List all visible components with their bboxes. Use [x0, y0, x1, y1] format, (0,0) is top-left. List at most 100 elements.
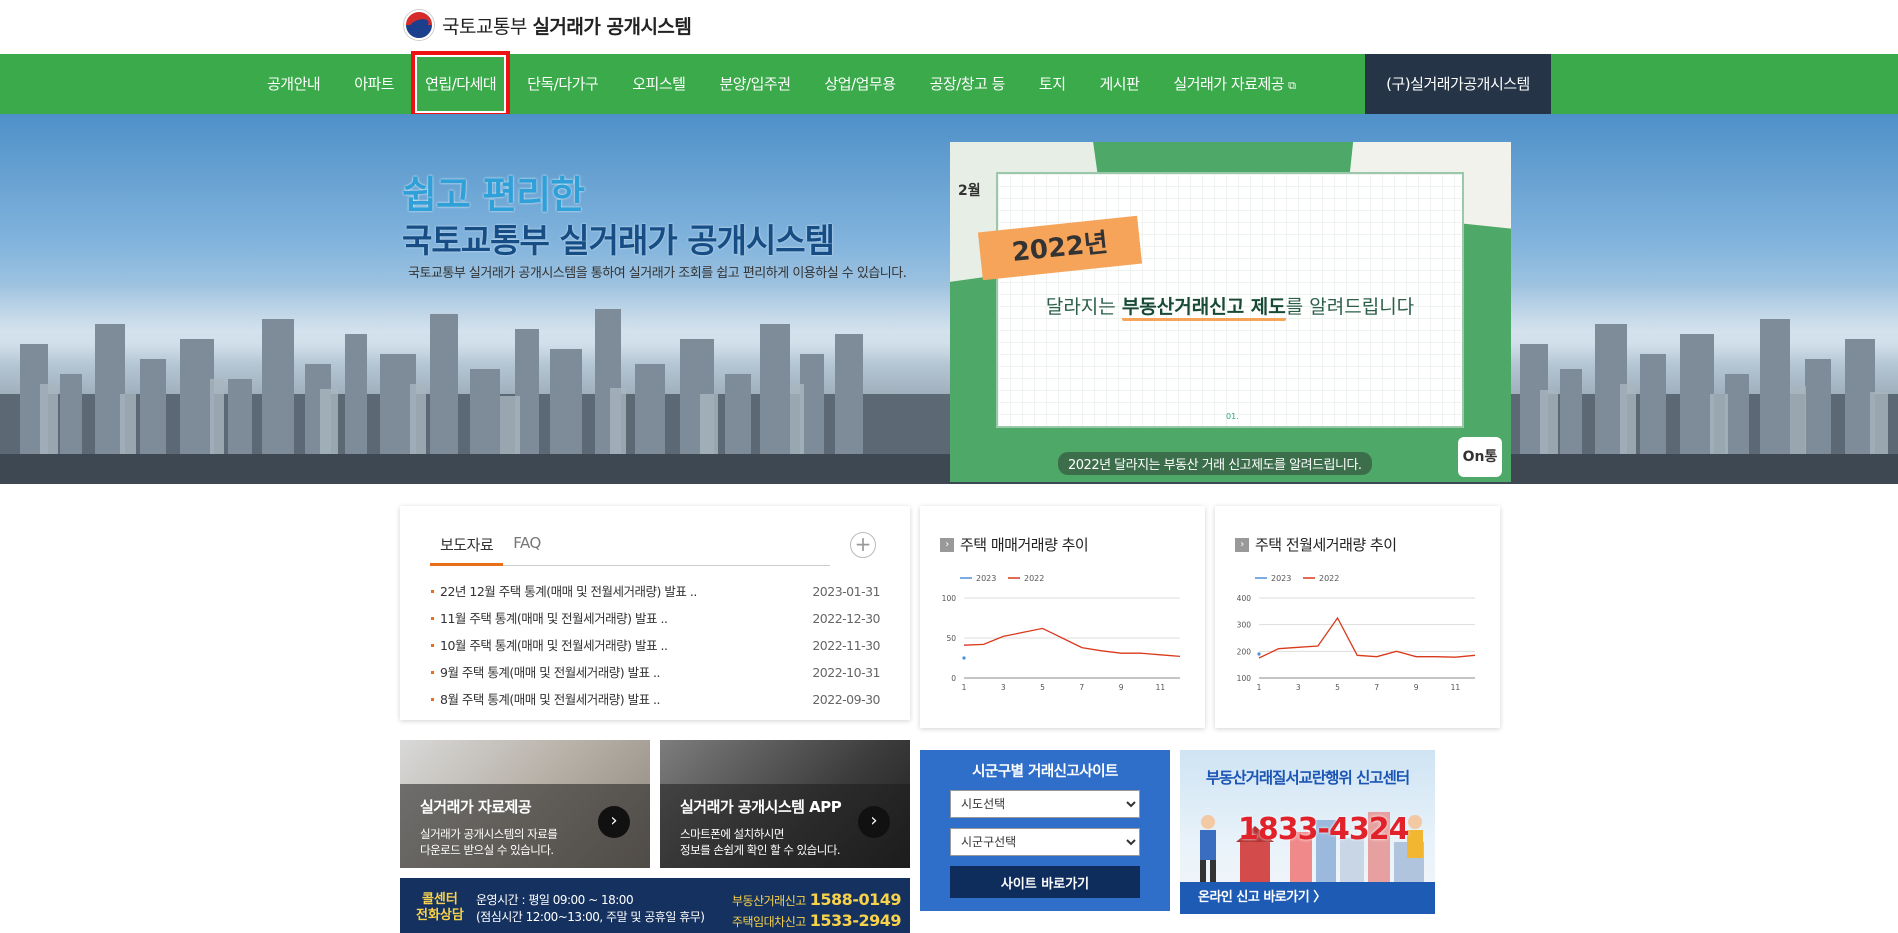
banner-month: 2월 [958, 183, 981, 199]
taegeuk-emblem-icon [404, 10, 434, 40]
legend-label: 2023 [976, 574, 996, 583]
series-line-2022 [1258, 616, 1476, 659]
sigungu-select[interactable]: 시군구선택 [950, 828, 1140, 856]
report-phone-number: 1833-4324 [1238, 812, 1409, 847]
news-panel: 보도자료 FAQ + 22년 12월 주택 통계(매매 및 전월세거래량) 발표… [400, 506, 910, 720]
local-report-site-box: 시군구별 거래신고사이트 시도선택 시군구선택 사이트 바로가기 [920, 750, 1170, 911]
nav-menu: 공개안내 아파트 연립/다세대 단독/다가구 오피스텔 분양/입주권 상업/업무… [250, 51, 1312, 117]
nav-item-land[interactable]: 토지 [1022, 54, 1083, 114]
list-item: 10월 주택 통계(매매 및 전월세거래량) 발표 .. 2022-11-30 [430, 632, 880, 659]
nav-item-disclosure-guide[interactable]: 공개안내 [250, 54, 337, 114]
rent-volume-chart: 2023 2022 100 200 300 400 1 3 5 7 9 11 [1237, 574, 1476, 692]
nav-item-factory[interactable]: 공장/창고 등 [913, 54, 1022, 114]
nav-item-commercial[interactable]: 상업/업무용 [808, 54, 913, 114]
online-report-link[interactable]: 온라인 신고 바로가기 〉 [1180, 882, 1435, 914]
news-title[interactable]: 8월 주택 통계(매매 및 전월세거래량) 발표 .. [430, 686, 661, 713]
nav-item-detached-house[interactable]: 단독/다가구 [510, 54, 615, 114]
report-title: 부동산거래질서교란행위 신고센터 [1205, 769, 1410, 787]
banner-headline: 달라지는 부동산거래신고 제도를 알려드립니다 [996, 292, 1464, 321]
city-skyline-image [0, 309, 1898, 484]
cc-hours: 운영시간 : 평일 09:00 ~ 18:00 [476, 893, 634, 907]
hero-section: 쉽고 편리한 국토교통부 실거래가 공개시스템 국토교통부 실거래가 공개시스템… [0, 114, 1898, 484]
nav-item-data-provision-label: 실거래가 자료제공 [1173, 75, 1285, 93]
chevron-right-icon: › [940, 537, 954, 552]
data-provision-tile[interactable]: 실거래가 자료제공 실거래가 공개시스템의 자료를 다운로드 받으실 수 있습니… [400, 740, 650, 868]
banner-headline-pre: 달라지는 [1045, 296, 1122, 318]
series-point-2023 [1257, 652, 1261, 656]
cc-phone-row: 주택임대차신고 1533-2949 [732, 911, 901, 932]
logo-org: 국토교통부 [442, 15, 527, 38]
news-date: 2022-12-30 [812, 611, 880, 626]
y-tick-label: 0 [951, 674, 956, 683]
nav-item-row-house[interactable]: 연립/다세대 [411, 51, 511, 117]
cc-phone-number: 1533-2949 [809, 911, 902, 930]
arrow-right-icon[interactable]: › [858, 806, 890, 838]
nav-item-officetel[interactable]: 오피스텔 [615, 54, 702, 114]
banner-caption: 2022년 달라지는 부동산 거래 신고제도를 알려드립니다. [1058, 452, 1372, 475]
list-item: 11월 주택 통계(매매 및 전월세거래량) 발표 .. 2022-12-30 [430, 605, 880, 632]
x-tick-label: 11 [1156, 683, 1166, 692]
tile-desc-line: 다운로드 받으실 수 있습니다. [420, 843, 554, 857]
cc-phone-number: 1588-0149 [809, 890, 902, 909]
x-tick-label: 9 [1119, 683, 1124, 692]
news-title[interactable]: 11월 주택 통계(매매 및 전월세거래량) 발표 .. [430, 605, 668, 632]
sido-select[interactable]: 시도선택 [950, 790, 1140, 818]
call-center-banner: 콜센터 전화상담 운영시간 : 평일 09:00 ~ 18:00 (점심시간 1… [400, 878, 910, 933]
more-news-button[interactable]: + [850, 532, 876, 558]
y-tick-label: 100 [942, 594, 957, 603]
nav-item-apartment[interactable]: 아파트 [337, 54, 411, 114]
y-tick-label: 400 [1237, 594, 1252, 603]
y-tick-label: 200 [1237, 647, 1252, 656]
x-tick-label: 1 [1257, 683, 1262, 692]
news-date: 2022-09-30 [812, 692, 880, 707]
legend-label: 2023 [1271, 574, 1291, 583]
on-tong-logo-icon: On통 [1458, 437, 1502, 477]
x-tick-label: 9 [1414, 683, 1419, 692]
news-tabs: 보도자료 FAQ [430, 530, 830, 566]
x-tick-label: 1 [962, 683, 967, 692]
chevron-right-icon: › [1235, 537, 1249, 552]
series-point-2023 [962, 656, 966, 660]
cc-phone-row: 부동산거래신고 1588-0149 [732, 890, 901, 911]
banner-headline-post: 를 알려드립니다 [1285, 296, 1415, 318]
hero-description: 국토교통부 실거래가 공개시스템을 통하여 실거래가 조회를 쉽고 편리하게 이… [408, 266, 907, 281]
logo-service: 실거래가 공개시스템 [532, 15, 692, 38]
report-center-banner[interactable]: 부동산거래질서교란행위 신고센터 1833-4324 온라인 신고 바로가기 〉 [1180, 750, 1435, 914]
list-item: 8월 주택 통계(매매 및 전월세거래량) 발표 .. 2022-09-30 [430, 686, 880, 713]
hero-title-line2: 국토교통부 실거래가 공개시스템 [402, 221, 835, 260]
nav-item-data-provision[interactable]: 실거래가 자료제공 ⧉ [1156, 54, 1312, 114]
x-tick-label: 7 [1079, 683, 1084, 692]
chart-title: 주택 매매거래량 추이 [960, 536, 1089, 554]
x-tick-label: 5 [1335, 683, 1340, 692]
x-tick-label: 3 [1296, 683, 1301, 692]
nav-item-presale[interactable]: 분양/입주권 [702, 54, 807, 114]
cc-phone-label: 부동산거래신고 [732, 894, 806, 908]
arrow-right-icon[interactable]: › [598, 806, 630, 838]
x-tick-label: 3 [1001, 683, 1006, 692]
tile-title: 실거래가 공개시스템 APP [680, 798, 842, 816]
y-tick-label: 300 [1237, 621, 1252, 630]
app-tile[interactable]: 실거래가 공개시스템 APP 스마트폰에 설치하시면 정보를 손쉽게 확인 할 … [660, 740, 910, 868]
promo-banner[interactable]: 2월 2022년 달라지는 부동산거래신고 제도를 알려드립니다 01. 202… [950, 142, 1511, 482]
nav-item-board[interactable]: 게시판 [1083, 54, 1157, 114]
list-item: 22년 12월 주택 통계(매매 및 전월세거래량) 발표 .. 2023-01… [430, 578, 880, 605]
news-title[interactable]: 9월 주택 통계(매매 및 전월세거래량) 발표 .. [430, 659, 661, 686]
tile-title: 실거래가 자료제공 [420, 798, 532, 816]
sales-volume-chart-panel: › 주택 매매거래량 추이 2023 2022 0 50 100 1 3 5 7 9 11 [920, 506, 1205, 728]
tab-press-release[interactable]: 보도자료 [430, 530, 504, 566]
cc-hours-note: (점심시간 12:00~13:00, 주말 및 공휴일 휴무) [476, 910, 705, 924]
tab-faq[interactable]: FAQ [503, 530, 551, 566]
list-item: 9월 주택 통계(매매 및 전월세거래량) 발표 .. 2022-10-31 [430, 659, 880, 686]
site-logo[interactable]: 국토교통부 실거래가 공개시스템 [404, 10, 692, 40]
old-system-link[interactable]: (구)실거래가공개시스템 [1365, 54, 1551, 114]
tile-desc-line: 실거래가 공개시스템의 자료를 [420, 827, 558, 841]
news-title[interactable]: 10월 주택 통계(매매 및 전월세거래량) 발표 .. [430, 632, 668, 659]
y-tick-label: 50 [946, 634, 956, 643]
go-site-button[interactable]: 사이트 바로가기 [950, 866, 1140, 898]
news-date: 2023-01-31 [812, 584, 880, 599]
series-line-2022 [963, 627, 1181, 658]
news-title[interactable]: 22년 12월 주택 통계(매매 및 전월세거래량) 발표 .. [430, 578, 697, 605]
tile-desc-line: 스마트폰에 설치하시면 [680, 827, 784, 841]
legend-label: 2022 [1024, 574, 1044, 583]
tile-desc-line: 정보를 손쉽게 확인 할 수 있습니다. [680, 843, 841, 857]
